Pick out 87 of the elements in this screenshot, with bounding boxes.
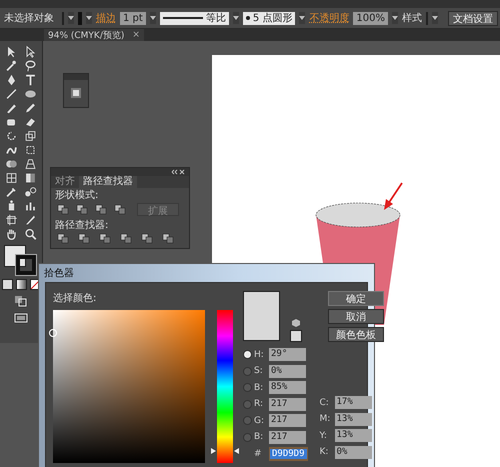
slider-thumb[interactable]: [211, 448, 239, 454]
prompt-label: 选择颜色:: [53, 292, 98, 305]
draw-mode-icon[interactable]: [14, 295, 28, 307]
zoom-icon[interactable]: [22, 227, 38, 241]
dropdown-caret-icon[interactable]: [232, 12, 239, 24]
dialog-button[interactable]: 取消: [328, 309, 384, 324]
dialog-title: 拾色器: [43, 267, 75, 281]
style-label: 样式: [402, 12, 422, 25]
dropdown-caret-icon[interactable]: [150, 12, 156, 24]
value-field[interactable]: 85%: [269, 381, 306, 394]
outline-icon[interactable]: [141, 233, 153, 244]
color-preview: [243, 291, 280, 341]
radio-button[interactable]: [243, 432, 252, 442]
field-label: G:: [254, 416, 266, 426]
value-field[interactable]: 0%: [269, 364, 306, 378]
unite-icon[interactable]: [57, 204, 69, 215]
dropdown-caret-icon[interactable]: [86, 12, 92, 24]
opacity-field[interactable]: 100%: [353, 12, 388, 24]
value-field[interactable]: 0%: [334, 446, 372, 459]
field-label: S:: [254, 366, 264, 376]
radio-button[interactable]: [243, 350, 252, 360]
section-label: 形状模式:: [54, 188, 100, 201]
minus-front-icon[interactable]: [76, 204, 88, 215]
cube-icon: [292, 319, 300, 327]
gradient-mode-icon[interactable]: [16, 279, 26, 290]
selection-status: 未选择对象: [4, 12, 54, 25]
field-label: H:: [254, 350, 265, 360]
exclude-icon[interactable]: [114, 204, 126, 215]
value-field[interactable]: 13%: [334, 412, 372, 426]
value-field[interactable]: 13%: [334, 429, 372, 442]
opacity-link[interactable]: 不透明度: [309, 11, 350, 25]
merge-icon[interactable]: [99, 233, 111, 244]
field-label: B:: [254, 382, 264, 393]
field-label: M:: [320, 414, 332, 424]
dropdown-caret-icon[interactable]: [392, 12, 398, 24]
dropdown-caret-icon[interactable]: [432, 12, 438, 24]
web-color-swatch[interactable]: [290, 330, 302, 342]
radio-button[interactable]: [243, 416, 252, 426]
document-setup-button[interactable]: 文档设置: [448, 10, 498, 26]
color-marker[interactable]: [49, 328, 57, 337]
lasso-icon[interactable]: [22, 59, 38, 73]
panel-tab[interactable]: 对齐: [51, 176, 79, 188]
brush-dropdown[interactable]: 5 点圆形: [242, 12, 296, 24]
stroke-weight-field[interactable]: 1 pt: [120, 12, 146, 24]
radio-button[interactable]: [243, 366, 252, 376]
gradient-panel-icon[interactable]: [71, 88, 81, 98]
radio-button[interactable]: [243, 400, 252, 409]
field-label: R:: [254, 399, 264, 410]
value-field[interactable]: 217: [269, 398, 306, 411]
screen-mode-icon[interactable]: [14, 312, 28, 324]
eyedropper-icon[interactable]: [4, 185, 18, 199]
mesh-icon[interactable]: [4, 171, 18, 185]
value-field[interactable]: 217: [269, 414, 306, 428]
close-button[interactable]: ×: [132, 30, 140, 40]
field-label: B:: [254, 432, 264, 442]
hex-field[interactable]: D9D9D9: [270, 448, 307, 459]
value-field[interactable]: 29°: [269, 348, 306, 362]
dialog-button[interactable]: 确定: [328, 291, 384, 306]
perspective-grid-icon[interactable]: [22, 157, 38, 171]
document-tab[interactable]: 94% (CMYK/预览) ×: [44, 29, 144, 41]
crop-icon[interactable]: [120, 233, 132, 244]
scale-icon[interactable]: [22, 129, 38, 143]
value-field[interactable]: 217: [269, 430, 306, 444]
stroke-link[interactable]: 描边: [96, 11, 116, 25]
divide-icon[interactable]: [57, 233, 69, 244]
dialog-button[interactable]: 颜色色板: [328, 327, 384, 342]
field-label: Y:: [320, 430, 328, 441]
color-mode-icon[interactable]: [2, 279, 12, 290]
section-label: 路径查找器:: [54, 218, 110, 231]
artboard-icon[interactable]: [4, 213, 18, 227]
collapse-close-icon[interactable]: [171, 169, 185, 175]
hue-slider[interactable]: [211, 310, 239, 463]
annotation-arrow: [382, 182, 404, 212]
trim-icon[interactable]: [78, 233, 90, 244]
intersect-icon[interactable]: [95, 204, 107, 215]
minus-back-icon[interactable]: [162, 233, 174, 244]
radio-button[interactable]: [243, 383, 252, 392]
stroke-profile-dropdown[interactable]: 等比: [160, 12, 229, 24]
dropdown-caret-icon[interactable]: [299, 12, 306, 24]
field-label: #: [254, 448, 263, 459]
blend-icon[interactable]: [22, 185, 38, 199]
field-label: C:: [320, 398, 330, 408]
field-label: K:: [320, 447, 330, 458]
panel-tab[interactable]: 路径查找器: [79, 176, 137, 188]
dropdown-caret-icon[interactable]: [68, 12, 74, 24]
value-field[interactable]: 17%: [334, 396, 372, 410]
magic-wand-icon[interactable]: [4, 59, 18, 73]
